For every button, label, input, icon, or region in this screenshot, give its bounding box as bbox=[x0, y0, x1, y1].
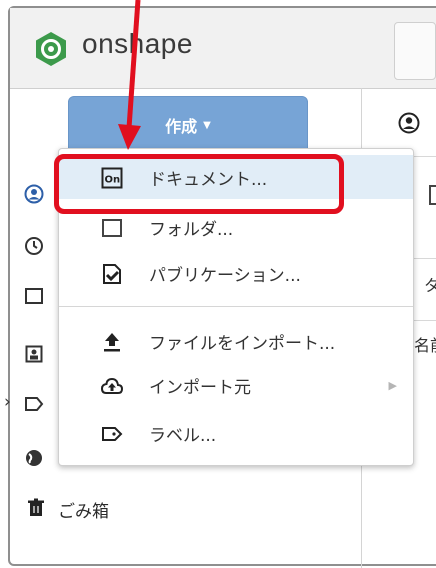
menu-item-label: インポート元 bbox=[149, 377, 251, 398]
clock-icon[interactable] bbox=[24, 236, 44, 256]
user-icon[interactable] bbox=[24, 184, 44, 204]
trash-icon[interactable] bbox=[26, 498, 46, 518]
menu-item-label: ラベル... bbox=[149, 425, 217, 446]
globe-icon[interactable] bbox=[24, 448, 44, 468]
create-menu: On ドキュメント... フォルダ... パブリケーション... ファイルをイン… bbox=[58, 148, 414, 466]
menu-item-import-file[interactable]: ファイルをインポート... bbox=[59, 319, 413, 363]
menu-item-publication[interactable]: パブリケーション... bbox=[59, 251, 413, 295]
onshape-logo-icon bbox=[36, 32, 66, 66]
menu-item-label: パブリケーション... bbox=[149, 265, 301, 286]
menu-separator bbox=[59, 306, 413, 307]
trash-label[interactable]: ごみ箱 bbox=[58, 497, 109, 522]
menu-item-import-from[interactable]: インポート元 ▶ bbox=[59, 363, 413, 407]
create-button-label: 作成 bbox=[165, 117, 198, 136]
menu-item-document[interactable]: On ドキュメント... bbox=[59, 155, 413, 199]
submenu-arrow-icon: ▶ bbox=[388, 378, 397, 392]
name-column-fragment: 名前 bbox=[414, 336, 436, 355]
checkbox-icon[interactable] bbox=[428, 184, 436, 206]
menu-item-label: ファイルをインポート... bbox=[149, 333, 336, 354]
create-button[interactable]: 作成 ▼ bbox=[68, 96, 308, 154]
caret-down-icon: ▼ bbox=[203, 119, 211, 131]
header-search-area[interactable] bbox=[394, 22, 436, 80]
contact-card-icon[interactable] bbox=[24, 344, 44, 364]
account-icon[interactable] bbox=[398, 112, 420, 134]
onshape-document-icon: On bbox=[101, 167, 123, 189]
app-header: onshape bbox=[10, 8, 436, 89]
menu-item-label: フォルダ... bbox=[149, 219, 234, 240]
upload-icon bbox=[104, 333, 120, 352]
publication-icon bbox=[103, 264, 121, 284]
svg-text:On: On bbox=[105, 175, 121, 186]
app-name: onshape bbox=[82, 28, 193, 59]
label-icon bbox=[102, 427, 123, 441]
cloud-upload-icon bbox=[101, 377, 123, 394]
folder-icon bbox=[102, 219, 122, 237]
label-icon[interactable] bbox=[24, 394, 44, 414]
chevron-right-icon[interactable]: › bbox=[4, 392, 11, 412]
menu-item-label-create[interactable]: ラベル... bbox=[59, 411, 413, 455]
menu-item-folder[interactable]: フォルダ... bbox=[59, 205, 413, 249]
column-header-fragment: タ bbox=[424, 276, 436, 295]
folder-icon[interactable] bbox=[24, 286, 44, 306]
menu-item-label: ドキュメント... bbox=[149, 169, 268, 190]
